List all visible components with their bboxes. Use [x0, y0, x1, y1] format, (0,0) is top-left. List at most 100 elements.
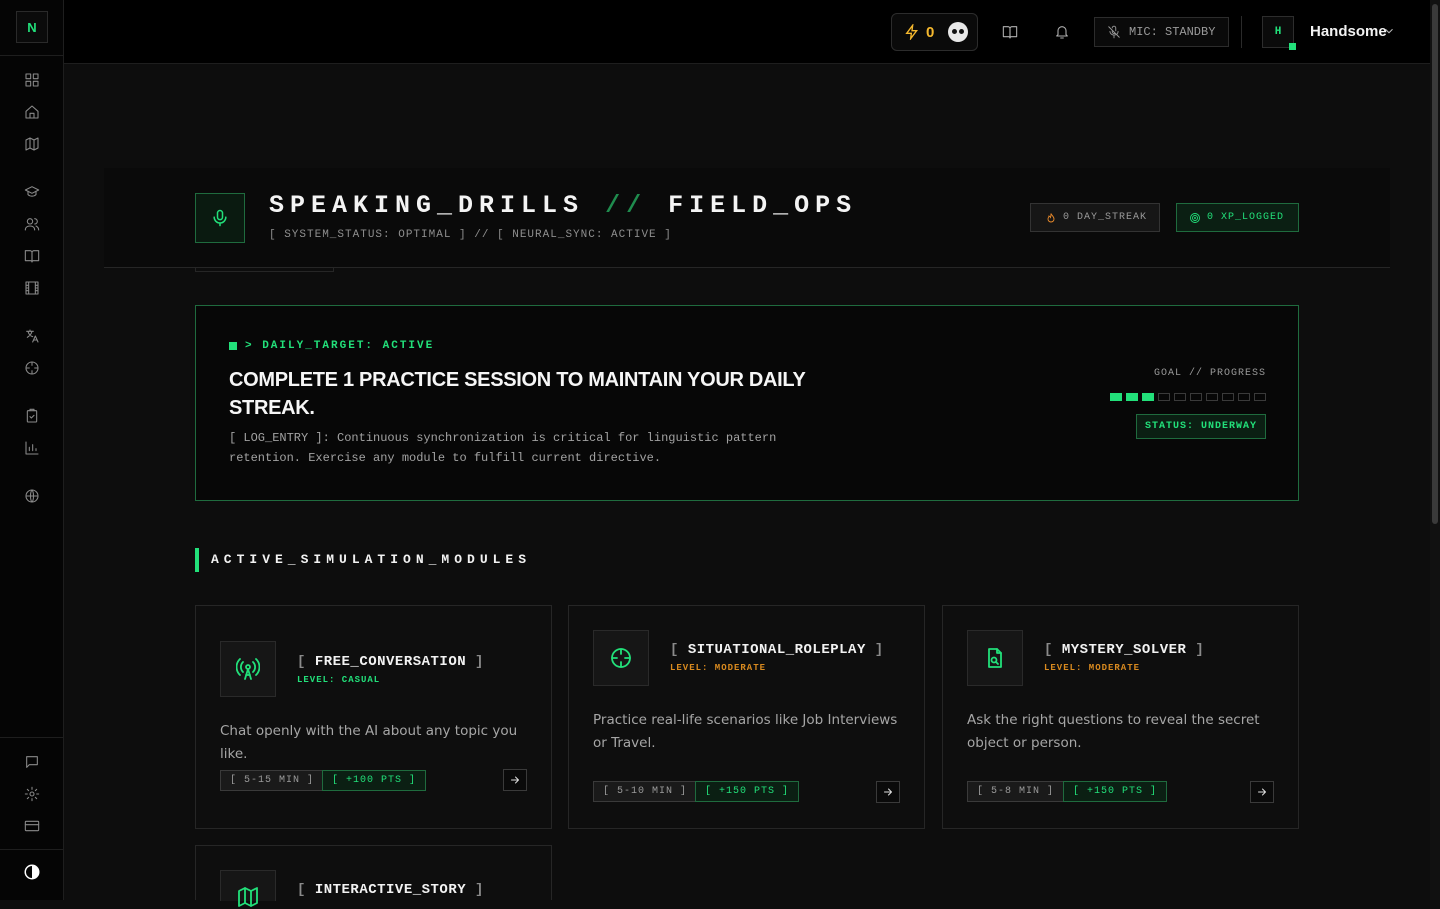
scrollbar-thumb[interactable] — [1432, 4, 1438, 524]
radio-tower-icon — [220, 641, 276, 697]
streak-label: 0 DAY_STREAK — [1063, 212, 1148, 223]
module-time-chip: [ 5-8 MIN ] — [967, 781, 1065, 802]
module-level: LEVEL: MODERATE — [670, 663, 767, 673]
daily-target-card: > DAILY_TARGET: ACTIVE COMPLETE 1 PRACTI… — [195, 305, 1299, 501]
app-logo[interactable]: N — [16, 11, 48, 43]
module-description: Practice real-life scenarios like Job In… — [593, 712, 898, 751]
module-name: [ INTERACTIVE_STORY ] — [297, 882, 484, 898]
skull-icon — [948, 22, 969, 42]
progress-segment — [1254, 393, 1266, 401]
bar-chart-icon[interactable] — [22, 438, 42, 458]
module-name: [ FREE_CONVERSATION ] — [297, 654, 484, 670]
section-accent-bar — [195, 548, 199, 572]
sidebar: N — [0, 0, 64, 900]
progress-segment — [1238, 393, 1250, 401]
xp-logged-label: 0 XP_LOGGED — [1207, 212, 1285, 223]
bell-icon[interactable] — [1052, 22, 1072, 42]
file-search-icon — [967, 630, 1023, 686]
sidebar-divider — [0, 737, 64, 738]
globe-icon[interactable] — [22, 486, 42, 506]
module-level: LEVEL: CASUAL — [297, 675, 381, 685]
flame-icon — [1047, 212, 1055, 222]
book-icon[interactable] — [22, 246, 42, 266]
progress-segment — [1110, 393, 1122, 401]
settings-icon[interactable] — [22, 784, 42, 804]
mic-status-button[interactable]: MIC: STANDBY — [1094, 17, 1229, 47]
module-card-free-conversation[interactable]: [ FREE_CONVERSATION ] LEVEL: CASUAL Chat… — [195, 605, 552, 829]
progress-segment — [1222, 393, 1234, 401]
title-separator: // — [605, 191, 648, 220]
module-card-interactive-story[interactable]: [ INTERACTIVE_STORY ] — [195, 845, 552, 907]
daily-target-title: COMPLETE 1 PRACTICE SESSION TO MAINTAIN … — [229, 369, 806, 419]
avatar-initial: H — [1274, 26, 1282, 38]
users-icon[interactable] — [22, 214, 42, 234]
module-description: Chat openly with the AI about any topic … — [220, 723, 518, 762]
module-description: Ask the right questions to reveal the se… — [967, 712, 1260, 751]
map-icon — [220, 870, 276, 907]
status-square-icon — [229, 342, 237, 350]
title-left: SPEAKING_DRILLS — [269, 191, 585, 220]
mic-off-icon — [1108, 25, 1120, 39]
module-name-label: SITUATIONAL_ROLEPLAY — [687, 642, 866, 658]
module-name-label: FREE_CONVERSATION — [314, 654, 467, 670]
topbar: 0 MIC: STANDBY H Handsome — [64, 0, 1430, 64]
xp-pill[interactable]: 0 — [891, 13, 978, 51]
sidebar-divider — [0, 55, 64, 56]
progress-segment — [1126, 393, 1138, 401]
map-icon[interactable] — [22, 134, 42, 154]
xp-value: 0 — [926, 23, 935, 41]
status-chip: STATUS: UNDERWAY — [1135, 414, 1266, 439]
goal-progress-label: GOAL // PROGRESS — [1153, 368, 1266, 379]
chat-icon[interactable] — [22, 752, 42, 772]
daily-target-log: [ LOG_ENTRY ]: Continuous synchronizatio… — [229, 431, 777, 465]
home-icon[interactable] — [22, 102, 42, 122]
topbar-divider — [1241, 16, 1242, 48]
section-title: ACTIVE_SIMULATION_MODULES — [211, 552, 532, 567]
module-name-label: MYSTERY_SOLVER — [1061, 642, 1187, 658]
module-points-chip: [ +150 PTS ] — [1063, 781, 1168, 802]
dashboard-icon[interactable] — [22, 70, 42, 90]
theme-toggle-icon[interactable] — [22, 862, 42, 882]
arrow-right-icon[interactable] — [503, 769, 527, 791]
chevron-down-icon[interactable] — [1382, 24, 1398, 40]
target-icon[interactable] — [22, 358, 42, 378]
film-icon[interactable] — [22, 278, 42, 298]
progress-segment — [1142, 393, 1154, 401]
module-time-chip: [ 5-10 MIN ] — [593, 781, 698, 802]
daily-target-tag-label: > DAILY_TARGET: ACTIVE — [245, 340, 435, 352]
arrow-right-icon[interactable] — [876, 781, 900, 803]
avatar[interactable]: H — [1262, 16, 1296, 50]
clipboard-icon[interactable] — [22, 406, 42, 426]
module-points-chip: [ +150 PTS ] — [695, 781, 800, 802]
module-card-mystery-solver[interactable]: [ MYSTERY_SOLVER ] LEVEL: MODERATE Ask t… — [942, 605, 1299, 829]
mic-status-label: MIC: STANDBY — [1129, 25, 1216, 39]
progress-segment — [1158, 393, 1170, 401]
module-name: [ MYSTERY_SOLVER ] — [1044, 642, 1205, 658]
progress-segment — [1174, 393, 1186, 401]
arrow-right-icon[interactable] — [1250, 781, 1274, 803]
crosshair-icon — [593, 630, 649, 686]
page-subtitle: [ SYSTEM_STATUS: OPTIMAL ] // [ NEURAL_S… — [269, 229, 672, 241]
streak-badge: 0 DAY_STREAK — [1030, 203, 1160, 232]
module-name: [ SITUATIONAL_ROLEPLAY ] — [670, 642, 884, 658]
module-time-chip: [ 5-15 MIN ] — [220, 770, 325, 791]
target-icon — [1190, 212, 1200, 223]
page-title: SPEAKING_DRILLS // FIELD_OPS — [269, 191, 857, 220]
sidebar-divider — [0, 849, 64, 850]
progress-segment — [1206, 393, 1218, 401]
module-card-situational-roleplay[interactable]: [ SITUATIONAL_ROLEPLAY ] LEVEL: MODERATE… — [568, 605, 925, 829]
online-indicator — [1289, 43, 1296, 50]
bolt-icon — [905, 24, 918, 40]
translate-icon[interactable] — [22, 326, 42, 346]
module-points-chip: [ +100 PTS ] — [322, 770, 427, 791]
credit-card-icon[interactable] — [22, 816, 42, 836]
username[interactable]: Handsome — [1310, 23, 1387, 40]
graduation-cap-icon[interactable] — [22, 182, 42, 202]
daily-target-tag: > DAILY_TARGET: ACTIVE — [229, 340, 434, 352]
microphone-icon — [195, 193, 245, 243]
book-open-icon[interactable] — [1000, 22, 1020, 42]
title-right: FIELD_OPS — [668, 191, 858, 220]
module-level: LEVEL: MODERATE — [1044, 663, 1141, 673]
module-name-label: INTERACTIVE_STORY — [314, 882, 467, 898]
progress-segment — [1190, 393, 1202, 401]
